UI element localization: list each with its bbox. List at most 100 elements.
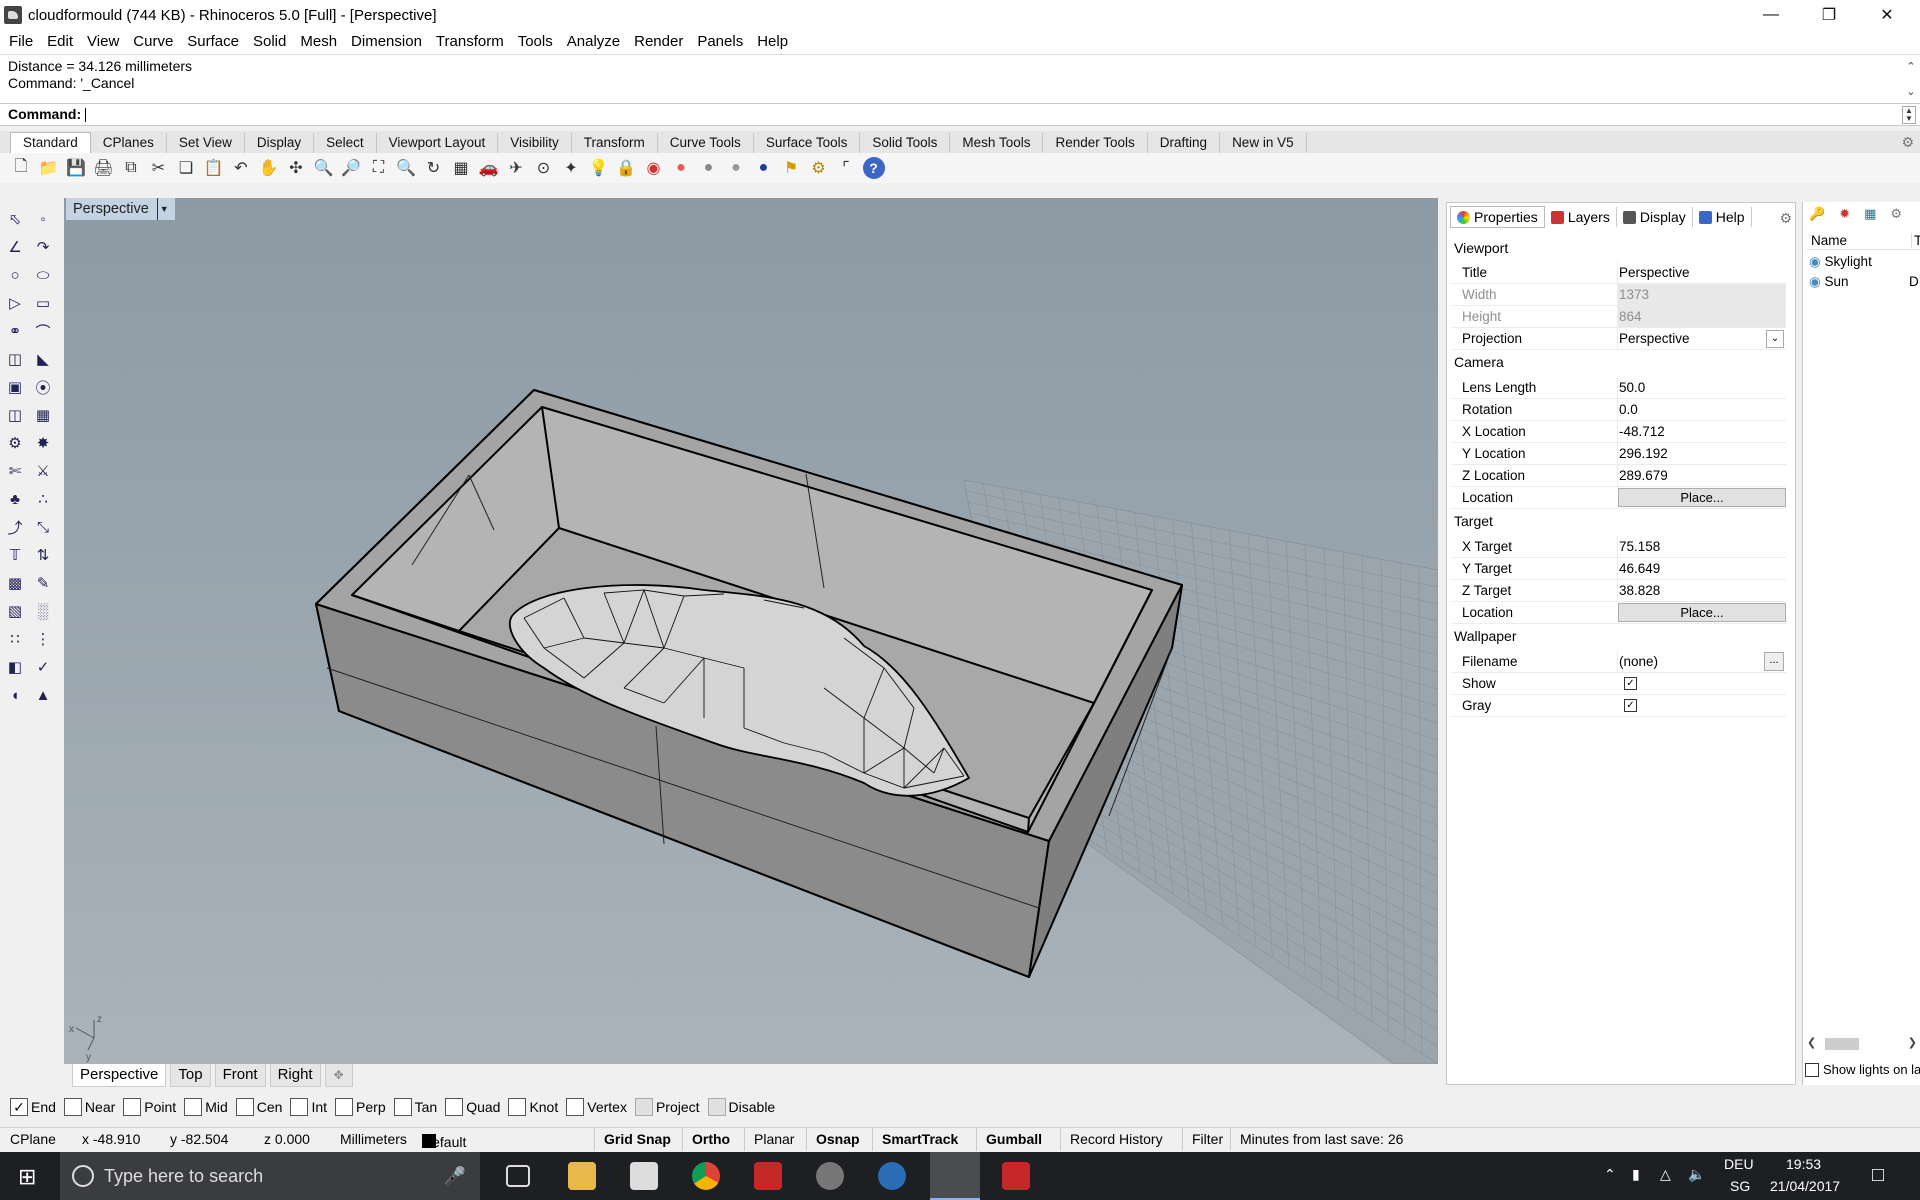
solid-tool-icon[interactable]: ▧ <box>4 600 26 622</box>
tab-display-panel[interactable]: Display <box>1617 207 1693 227</box>
viewport-title[interactable]: Perspective ▼ <box>66 198 175 220</box>
input-language[interactable]: DEU <box>1724 1156 1754 1172</box>
col-name[interactable]: Name <box>1811 233 1847 248</box>
microphone-icon[interactable]: 🎤 <box>444 1166 466 1187</box>
control-points-icon[interactable]: ⋮ <box>32 628 54 650</box>
chevron-down-icon[interactable]: ⌄ <box>1906 84 1915 101</box>
history-scrollbar[interactable]: ⌃ ⌄ <box>1904 59 1918 101</box>
undo-view-icon[interactable]: ↻ <box>423 157 445 179</box>
prop-z-target[interactable]: Z Target 38.828 <box>1452 580 1786 602</box>
app-blue-icon[interactable] <box>878 1162 906 1190</box>
tab-curve-tools[interactable]: Curve Tools <box>657 133 754 153</box>
clock-date[interactable]: 21/04/2017 <box>1770 1178 1840 1194</box>
bug-icon[interactable]: ✹ <box>1839 206 1850 222</box>
command-spinner[interactable]: ▲ ▼ <box>1902 106 1916 124</box>
tab-layers[interactable]: Layers <box>1545 207 1617 227</box>
help-icon[interactable]: ? <box>862 157 885 179</box>
light-item[interactable]: ◉ Skylight <box>1809 254 1872 270</box>
trim-icon[interactable]: ✄ <box>4 460 26 482</box>
command-line[interactable]: Command: ▲ ▼ <box>0 104 1920 126</box>
camera-place-button[interactable]: Place... <box>1618 488 1786 507</box>
chevron-up-icon[interactable]: ⌃ <box>1906 59 1915 76</box>
explode-icon[interactable]: ✸ <box>32 432 54 454</box>
col-type[interactable]: Ty <box>1911 233 1920 248</box>
osnap-project[interactable]: Project <box>634 1098 700 1116</box>
paint-bucket-icon[interactable]: ▲ <box>32 684 54 706</box>
plane-icon[interactable]: ✈ <box>505 157 527 179</box>
edit-icon[interactable]: ✎ <box>32 572 54 594</box>
render-sphere-icon[interactable]: ● <box>753 157 775 179</box>
dimension-icon[interactable]: ⌜ <box>835 157 857 179</box>
tab-set-view[interactable]: Set View <box>166 133 245 153</box>
surface-icon[interactable]: ◫ <box>4 348 26 370</box>
tab-solid-tools[interactable]: Solid Tools <box>860 133 951 153</box>
osnap-end[interactable]: ✓ End <box>10 1098 56 1116</box>
check-icon[interactable]: ✓ <box>32 656 54 678</box>
prop-filename[interactable]: Filename (none)... <box>1452 651 1786 673</box>
ortho-toggle[interactable]: Ortho <box>682 1128 739 1151</box>
flag-icon[interactable]: ⚑ <box>780 157 802 179</box>
chevron-right-icon[interactable]: ❯ <box>1908 1036 1917 1049</box>
show-checkbox[interactable]: ✓ <box>1624 677 1637 690</box>
polyline-icon[interactable]: ∠ <box>4 236 26 258</box>
osnap-point[interactable]: Point <box>123 1098 176 1116</box>
zoom-extents-icon[interactable]: ⛶ <box>368 157 390 179</box>
curve-cv-icon[interactable]: ↷ <box>32 236 54 258</box>
cylinder-icon[interactable]: ◫ <box>4 404 26 426</box>
points-icon[interactable]: ⊙ <box>533 157 555 179</box>
zoom-icon[interactable]: 🔍 <box>313 157 335 179</box>
tab-drafting[interactable]: Drafting <box>1147 133 1221 153</box>
planar-toggle[interactable]: Planar <box>744 1128 803 1151</box>
show-lights-option[interactable]: Show lights on la <box>1805 1062 1920 1077</box>
prop-projection[interactable]: Projection Perspective ⌄ <box>1452 328 1786 350</box>
lights-hscrollbar[interactable]: ❮ ❯ <box>1805 1036 1919 1052</box>
lights-tab-icon[interactable]: 🔑 <box>1809 206 1825 222</box>
osnap-perp[interactable]: Perp <box>335 1098 386 1116</box>
status-units[interactable]: Millimeters <box>340 1131 407 1147</box>
scroll-thumb[interactable] <box>1825 1038 1859 1050</box>
viewport-tab-right[interactable]: Right <box>269 1064 321 1087</box>
circle-icon[interactable]: ○ <box>4 264 26 286</box>
tab-viewport-layout[interactable]: Viewport Layout <box>376 133 499 153</box>
show-lights-checkbox[interactable] <box>1805 1062 1819 1077</box>
add-viewport-icon[interactable]: ✥ <box>324 1064 353 1087</box>
polygon-icon[interactable]: ▷ <box>4 292 26 314</box>
command-history[interactable]: Distance = 34.126 millimeters Command: '… <box>0 54 1920 104</box>
menu-render[interactable]: Render <box>627 31 690 53</box>
arc-icon[interactable]: ⚭ <box>4 320 26 342</box>
grid-icon[interactable]: ░ <box>32 600 54 622</box>
store-icon[interactable] <box>630 1162 658 1190</box>
network-icon[interactable]: △ <box>1660 1166 1671 1183</box>
lights-gear-icon[interactable]: ⚙ <box>1890 206 1902 222</box>
menu-analyze[interactable]: Analyze <box>560 31 627 53</box>
viewport-tab-perspective[interactable]: Perspective <box>72 1064 167 1087</box>
task-view-icon[interactable] <box>506 1165 530 1187</box>
group-icon[interactable]: ♣ <box>4 488 26 510</box>
box-icon[interactable]: ▣ <box>4 376 26 398</box>
select-points-icon[interactable]: ✦ <box>560 157 582 179</box>
library-icon[interactable]: ▦ <box>1864 206 1876 222</box>
status-cplane[interactable]: CPlane <box>10 1131 56 1147</box>
input-region[interactable]: SG <box>1730 1178 1750 1194</box>
menu-dimension[interactable]: Dimension <box>344 31 429 53</box>
solidworks-icon[interactable] <box>1002 1162 1030 1190</box>
tab-mesh-tools[interactable]: Mesh Tools <box>950 133 1044 153</box>
osnap-tan[interactable]: Tan <box>393 1098 437 1116</box>
menu-tools[interactable]: Tools <box>511 31 560 53</box>
prop-rotation[interactable]: Rotation 0.0 <box>1452 399 1786 421</box>
light-item[interactable]: ◉ Sun <box>1809 274 1849 290</box>
ellipse-icon[interactable]: ⬭ <box>32 264 54 286</box>
osnap-cen[interactable]: Cen <box>235 1098 282 1116</box>
scale-icon[interactable]: ⤡ <box>32 516 54 538</box>
four-viewports-icon[interactable]: ▦ <box>450 157 472 179</box>
color-wheel-icon[interactable]: ● <box>670 157 692 179</box>
viewport-tab-top[interactable]: Top <box>170 1064 211 1087</box>
restore-button[interactable]: ❐ <box>1800 0 1858 30</box>
viewport-scene[interactable]: z x y <box>64 198 1438 1064</box>
browse-button[interactable]: ... <box>1764 652 1784 671</box>
shaded-sphere-icon[interactable]: ● <box>698 157 720 179</box>
light-bulb-icon[interactable]: 💡 <box>588 157 610 179</box>
app-v-icon[interactable] <box>754 1162 782 1190</box>
viewport-tab-front[interactable]: Front <box>214 1064 266 1087</box>
app-eye-icon[interactable] <box>816 1162 844 1190</box>
